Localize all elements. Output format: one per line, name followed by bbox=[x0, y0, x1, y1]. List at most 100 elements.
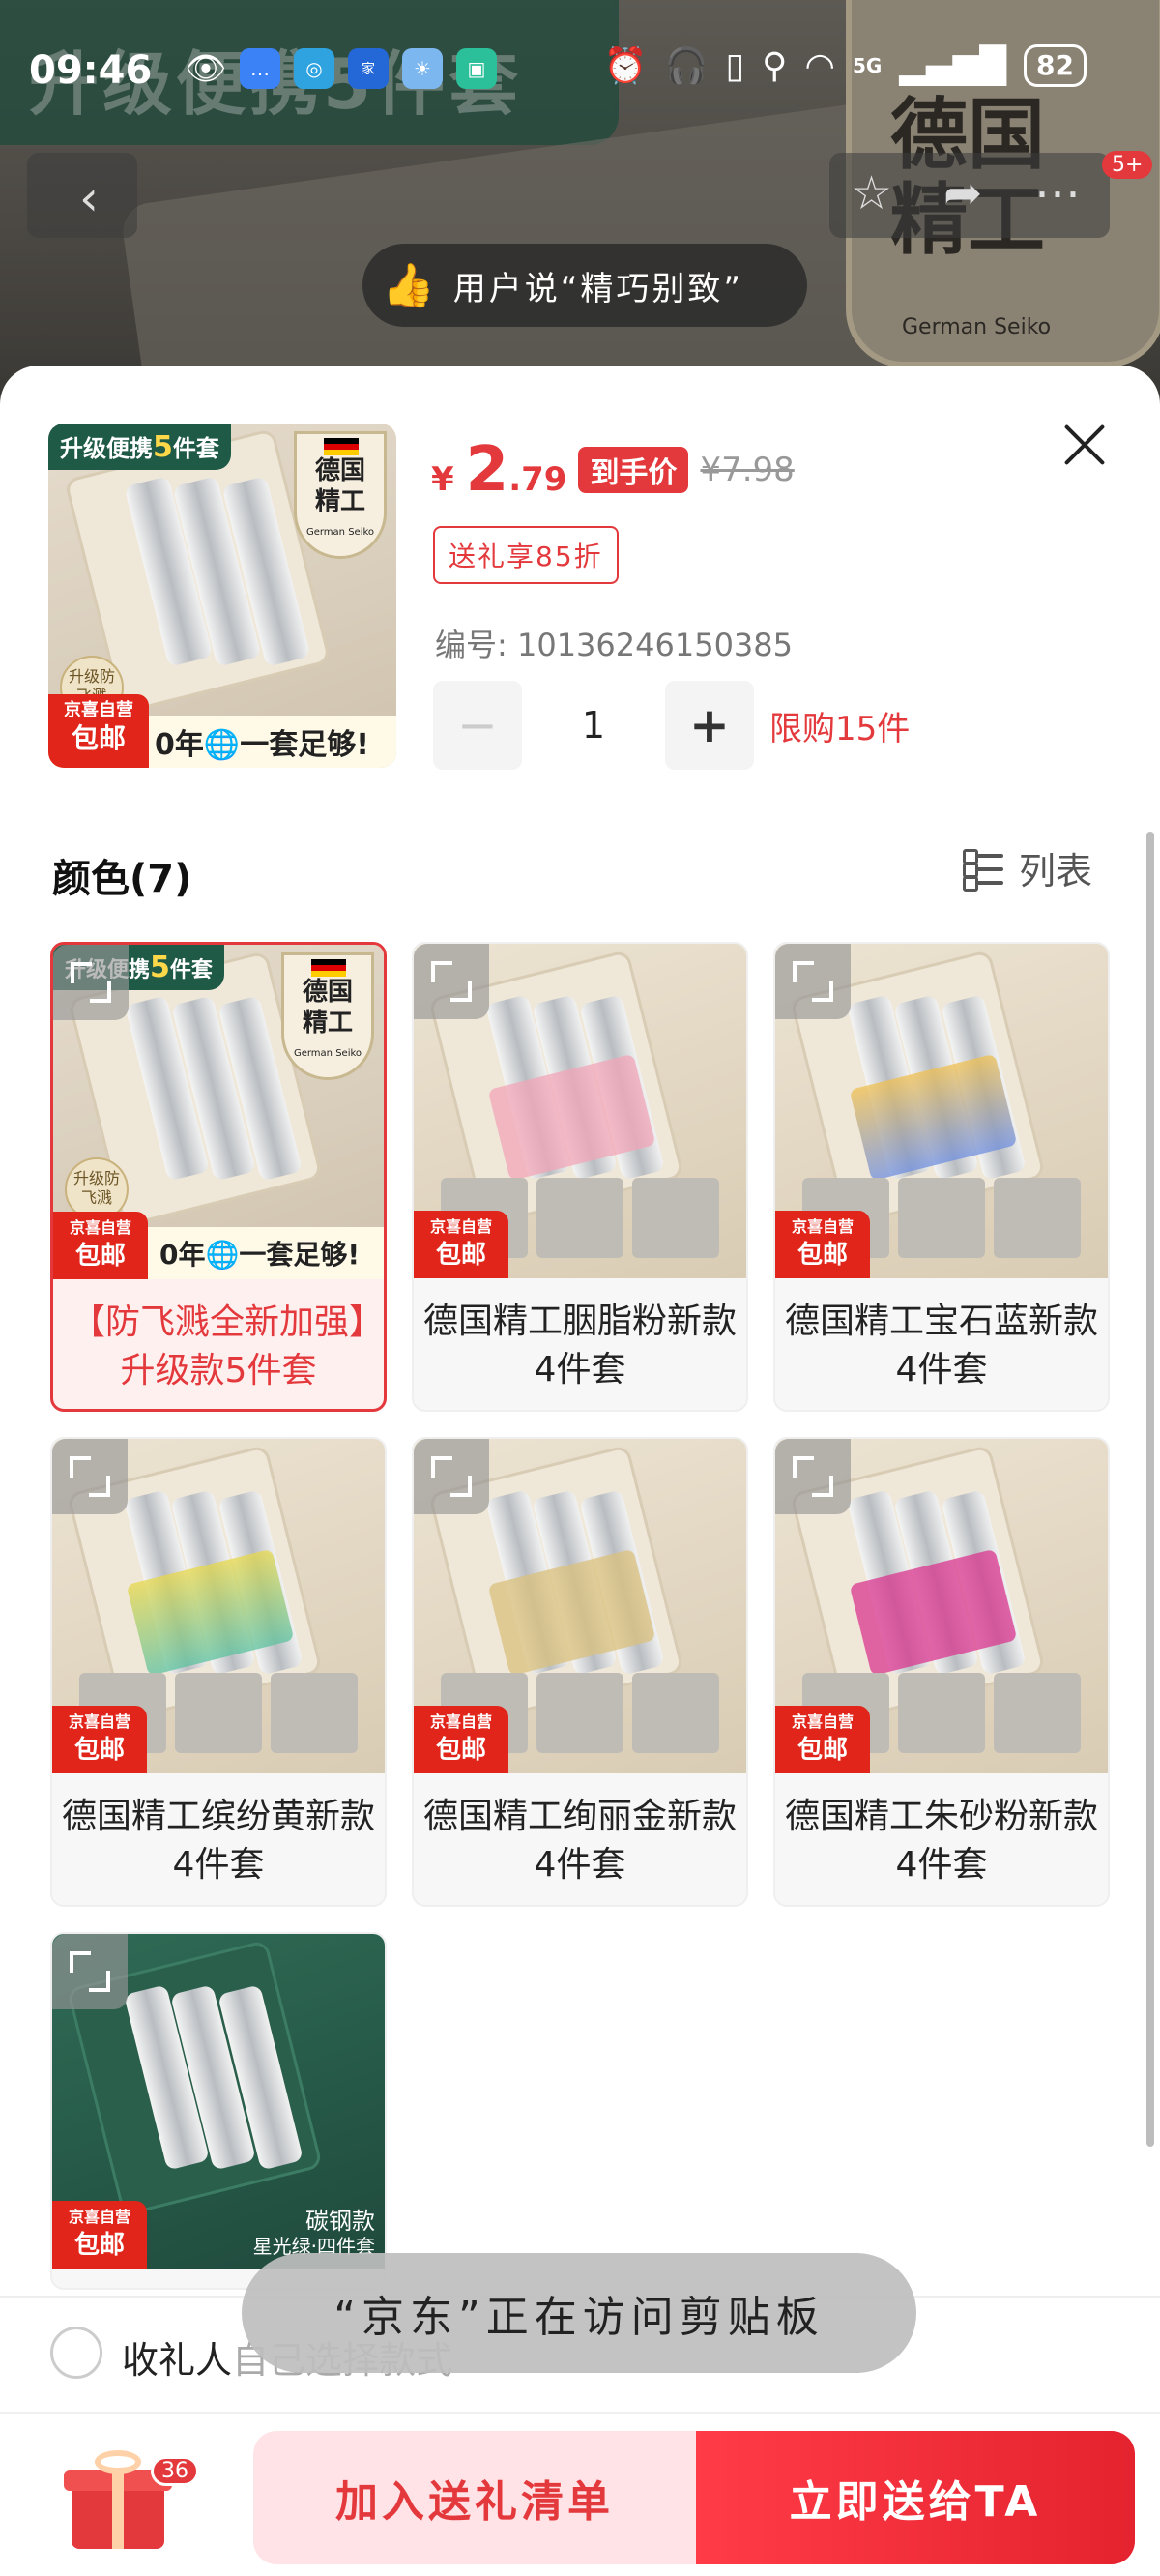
bg-brand-sub: German Seiko bbox=[902, 315, 1052, 339]
eye-icon: 👁 bbox=[185, 49, 227, 88]
expand-icon[interactable] bbox=[775, 1439, 851, 1514]
brand-mark: 德国精工 German Seiko bbox=[294, 431, 387, 559]
add-to-gift-list-button[interactable]: 加入送礼清单 bbox=[253, 2431, 696, 2564]
expand-icon[interactable] bbox=[53, 945, 129, 1020]
purchase-limit: 限购15件 bbox=[769, 709, 911, 748]
recipient-choose-radio[interactable] bbox=[50, 2327, 102, 2379]
price-currency: ¥ bbox=[431, 460, 454, 499]
jd-self-operated-badge: 京喜自营 包邮 bbox=[414, 1211, 508, 1278]
status-time: 09:46 bbox=[29, 48, 153, 93]
color-option[interactable]: 京喜自营 包邮 德国精工胭脂粉新款4件套 bbox=[412, 942, 748, 1412]
alarm-icon: ⏰ bbox=[603, 46, 648, 86]
cart-badge: 5+ bbox=[1102, 151, 1153, 179]
color-section-title: 颜色(7) bbox=[52, 857, 192, 901]
color-options-grid: 升级便携5件套 德国精工 German Seiko 升级防飞溅 0年🌐一套足够!… bbox=[50, 942, 1110, 2290]
user-tip: 👍 用户说“精巧别致” bbox=[362, 244, 807, 327]
color-option-image: 升级便携5件套 德国精工 German Seiko 升级防飞溅 0年🌐一套足够!… bbox=[53, 945, 384, 1279]
increase-quantity-button[interactable]: + bbox=[665, 681, 754, 770]
gift-list-icon[interactable]: 36 bbox=[62, 2446, 199, 2553]
gift-discount-badge: 送礼享85折 bbox=[433, 526, 619, 584]
decrease-quantity-button[interactable]: − bbox=[433, 681, 522, 770]
wifi-icon: ◠ bbox=[804, 45, 835, 86]
gift-list-count: 36 bbox=[151, 2456, 199, 2486]
color-option-name: 德国精工缤纷黄新款4件套 bbox=[62, 1797, 375, 1885]
star-icon[interactable]: ☆ bbox=[851, 166, 892, 220]
german-flag-icon bbox=[324, 438, 359, 455]
color-option[interactable]: 京喜自营 包邮 德国精工宝石蓝新款4件套 bbox=[773, 942, 1110, 1412]
jd-self-operated-badge: 京喜自营 包邮 bbox=[775, 1706, 870, 1773]
product-thumbnail[interactable]: 升级便携5件套 德国精工 German Seiko 升级防飞溅 0年🌐一套足够!… bbox=[48, 424, 396, 768]
jd-self-operated-badge: 京喜自营 包邮 bbox=[52, 2201, 147, 2269]
expand-icon[interactable] bbox=[52, 1439, 128, 1514]
list-view-label: 列表 bbox=[1019, 850, 1093, 893]
color-option-image: 京喜自营 包邮 bbox=[52, 1439, 385, 1773]
status-bar: 09:46 👁 … ◎ 家 ☀ ▣ ⏰ 🎧 ▯ ⚲ ◠ 5G ▂▄▆█ 82 bbox=[0, 0, 1160, 145]
color-option-image: 京喜自营 包邮 bbox=[775, 1439, 1108, 1773]
variant-image-label: 碳钢款 星光绿·四件套 bbox=[252, 2208, 375, 2258]
color-option-name: 【防飞溅全新加强】升级款5件套 bbox=[70, 1303, 366, 1390]
sku-selection-sheet: 升级便携5件套 德国精工 German Seiko 升级防飞溅 0年🌐一套足够!… bbox=[0, 366, 1160, 2576]
brand-mark-title: 德国精工 bbox=[314, 456, 365, 516]
more-icon[interactable]: ⋯ bbox=[1034, 166, 1081, 220]
original-price: ¥7.98 bbox=[700, 451, 795, 489]
message-icon: … bbox=[240, 48, 280, 89]
list-view-toggle[interactable]: 列表 bbox=[963, 841, 1092, 894]
price-decimal: .79 bbox=[508, 460, 567, 499]
brand-mark-sub: German Seiko bbox=[305, 527, 375, 538]
status-right-icons: ⏰ 🎧 ▯ ⚲ ◠ 5G ▂▄▆█ 82 bbox=[604, 44, 1087, 87]
user-tip-text: 用户说“精巧别致” bbox=[452, 269, 744, 308]
share-icon[interactable]: ➦ bbox=[943, 166, 982, 220]
location-icon: ⚲ bbox=[762, 45, 788, 86]
color-option-image: 碳钢款 星光绿·四件套 京喜自营 包邮 bbox=[52, 1934, 385, 2269]
headphones-icon: 🎧 bbox=[664, 46, 709, 86]
bottom-action-bar: 36 加入送礼清单 立即送给TA bbox=[0, 2412, 1160, 2576]
color-option[interactable]: 京喜自营 包邮 德国精工朱砂粉新款4件套 bbox=[773, 1437, 1110, 1907]
color-option[interactable]: 京喜自营 包邮 德国精工缤纷黄新款4件套 bbox=[50, 1437, 387, 1907]
final-price-tag: 到手价 bbox=[578, 447, 689, 493]
color-option-name: 德国精工朱砂粉新款4件套 bbox=[785, 1797, 1098, 1885]
price-integer: 2 bbox=[465, 434, 509, 506]
color-option-image: 京喜自营 包邮 bbox=[775, 944, 1108, 1278]
close-icon[interactable] bbox=[1054, 414, 1116, 476]
brand-mark: 德国精工 German Seiko bbox=[281, 952, 374, 1080]
color-option-name: 德国精工胭脂粉新款4件套 bbox=[423, 1302, 737, 1390]
expand-icon[interactable] bbox=[775, 944, 851, 1019]
battery-indicator: 82 bbox=[1024, 44, 1087, 87]
chevron-left-icon: ‹ bbox=[79, 170, 99, 226]
quantity-stepper: − 1 + 限购15件 bbox=[433, 681, 910, 770]
top-actions: ☆ ➦ ⋯ bbox=[829, 153, 1110, 238]
price-area: ¥ 2 .79 到手价 ¥7.98 bbox=[431, 439, 795, 501]
color-option[interactable]: 碳钢款 星光绿·四件套 京喜自营 包邮 bbox=[50, 1932, 387, 2290]
thumb-banner: 升级便携5件套 bbox=[48, 424, 231, 470]
jd-self-operated-badge: 京喜自营 包邮 bbox=[53, 1212, 148, 1279]
clipboard-access-toast: “京东”正在访问剪贴板 bbox=[242, 2253, 916, 2373]
color-option-name: 德国精工宝石蓝新款4件套 bbox=[785, 1302, 1098, 1390]
color-option[interactable]: 京喜自营 包邮 德国精工绚丽金新款4件套 bbox=[412, 1437, 748, 1907]
color-option-image: 京喜自营 包邮 bbox=[414, 944, 746, 1278]
weather-icon: ☀ bbox=[402, 48, 443, 89]
mobile-carrier-icon: ◎ bbox=[294, 48, 334, 89]
color-option[interactable]: 升级便携5件套 德国精工 German Seiko 升级防飞溅 0年🌐一套足够!… bbox=[50, 942, 387, 1412]
jd-self-operated-badge: 京喜自营 包邮 bbox=[414, 1706, 508, 1773]
thumbs-up-icon: 👍 bbox=[382, 261, 438, 310]
expand-icon[interactable] bbox=[414, 1439, 489, 1514]
mi-home-icon: ▣ bbox=[456, 48, 497, 89]
german-flag-icon bbox=[311, 959, 346, 977]
expand-icon[interactable] bbox=[52, 1934, 128, 2009]
signal-icon: ▂▄▆█ bbox=[899, 45, 1007, 86]
jd-self-operated-badge: 京喜自营 包邮 bbox=[52, 1706, 147, 1773]
quantity-value[interactable]: 1 bbox=[522, 704, 665, 746]
sku-number: 编号: 10136246150385 bbox=[435, 627, 793, 663]
phone-battery-icon: ▯ bbox=[725, 45, 745, 86]
jd-self-operated-badge: 京喜自营 包邮 bbox=[775, 1211, 870, 1278]
list-icon bbox=[963, 848, 1003, 892]
jd-self-operated-badge: 京喜自营 包邮 bbox=[48, 694, 149, 768]
back-button[interactable]: ‹ bbox=[27, 153, 137, 238]
scrollbar[interactable] bbox=[1146, 832, 1154, 2147]
color-option-name: 德国精工绚丽金新款4件套 bbox=[423, 1797, 737, 1885]
smart-home-icon: 家 bbox=[348, 48, 389, 89]
expand-icon[interactable] bbox=[414, 944, 489, 1019]
color-option-image: 京喜自营 包邮 bbox=[414, 1439, 746, 1773]
send-gift-now-button[interactable]: 立即送给TA bbox=[696, 2431, 1135, 2564]
network-type: 5G bbox=[852, 54, 883, 77]
